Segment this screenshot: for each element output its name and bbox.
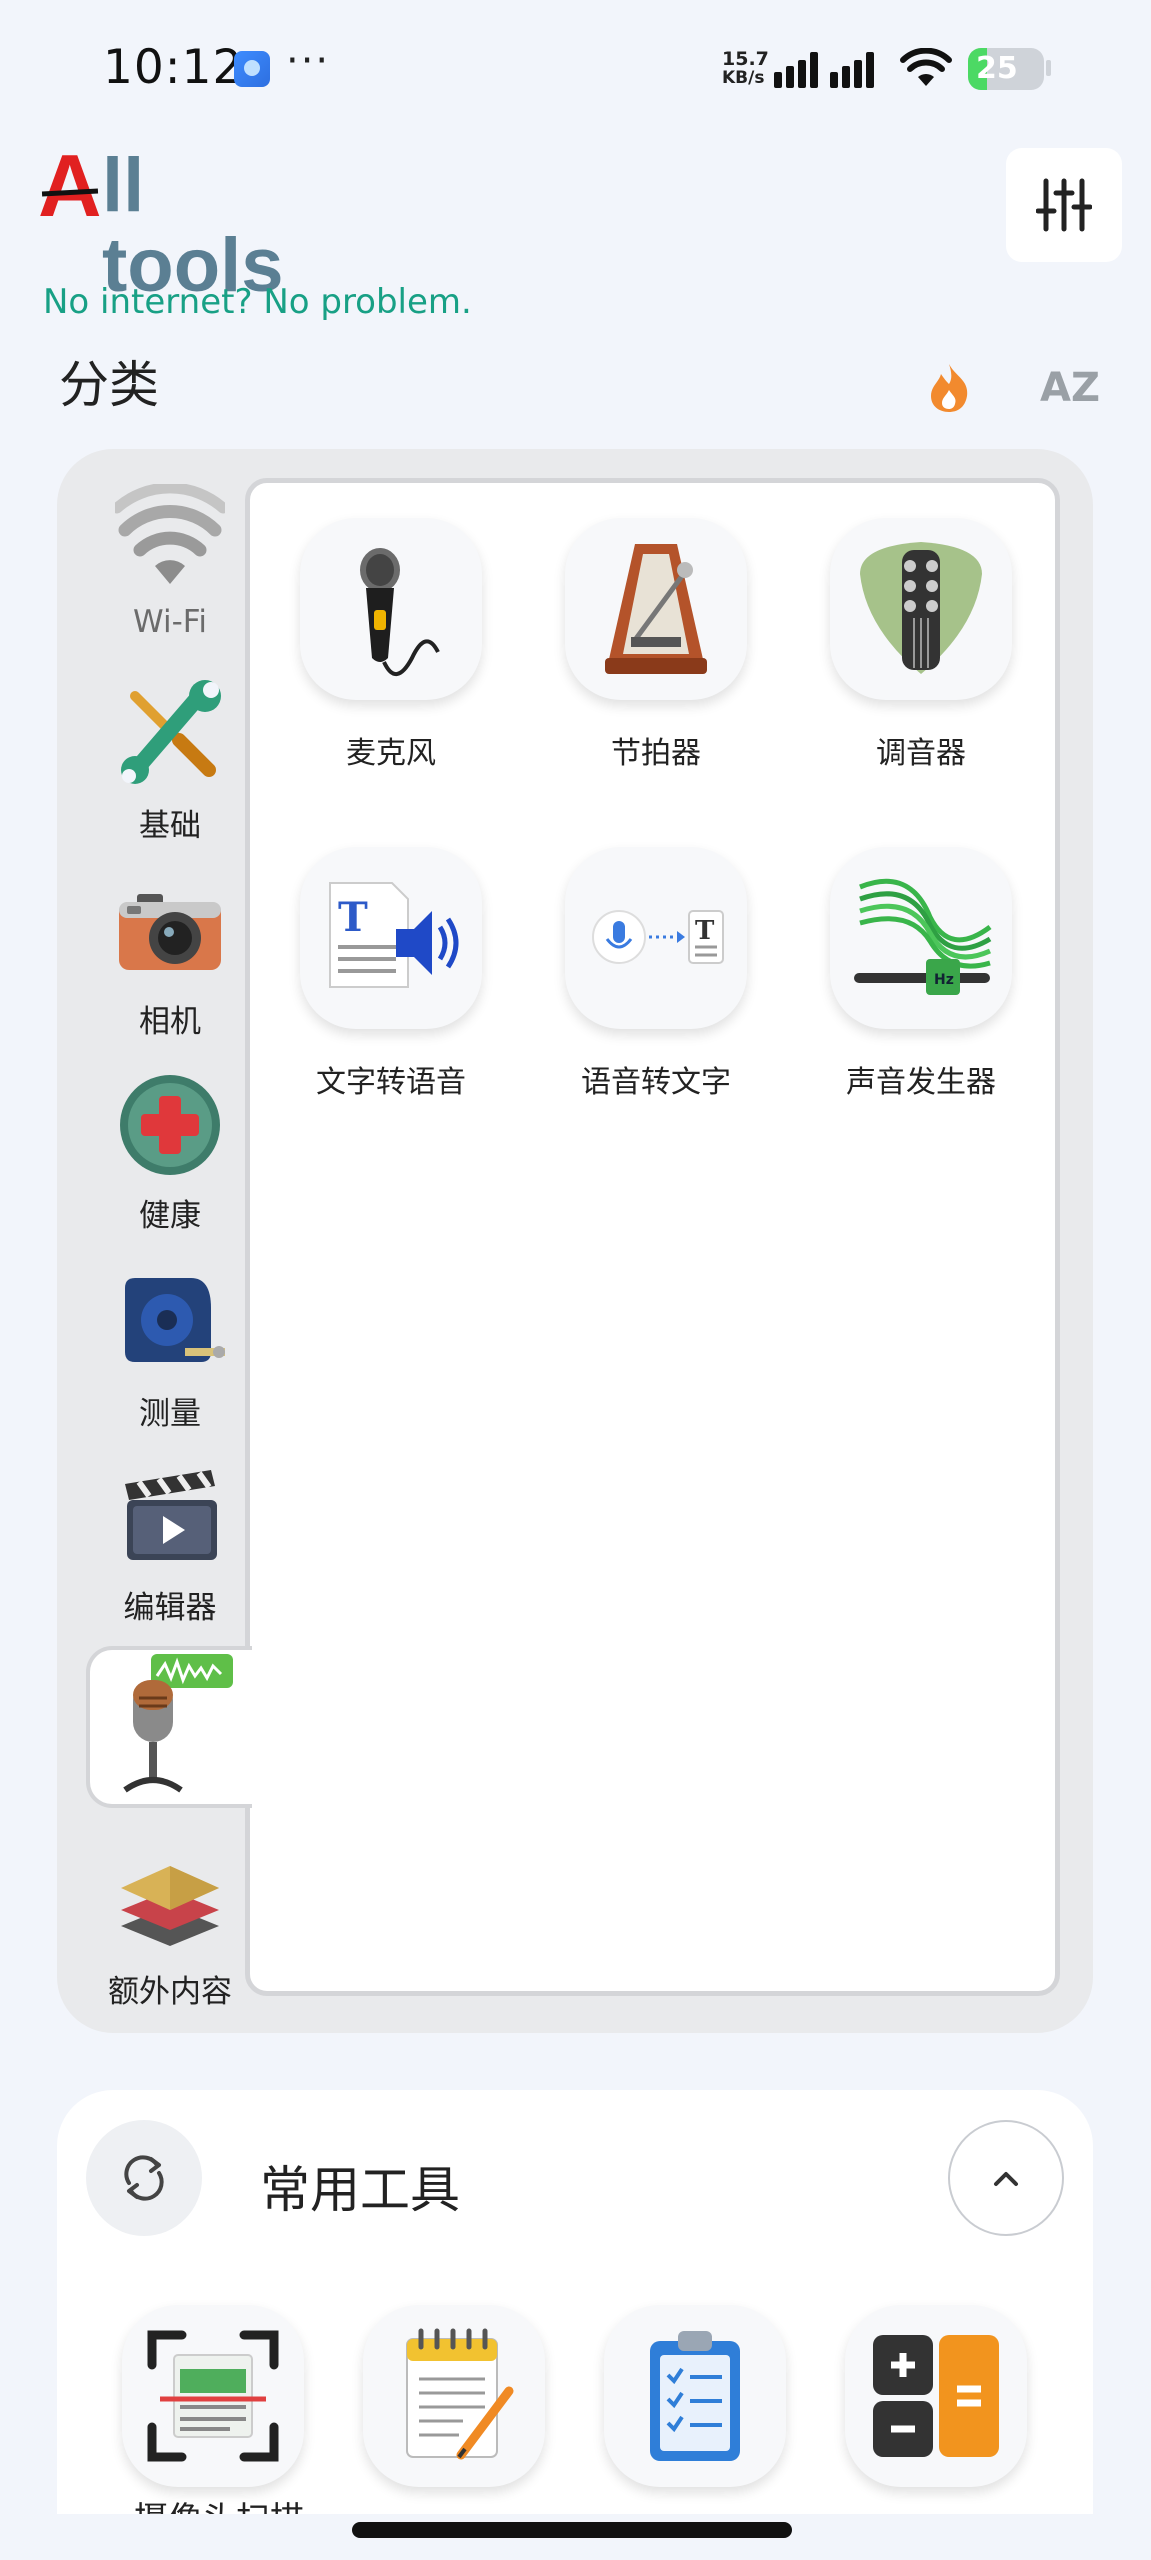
collapse-button[interactable]	[948, 2120, 1064, 2236]
category-label: 相机	[139, 1004, 201, 1040]
category-label: 健康	[139, 1198, 201, 1234]
wrench-screwdriver-icon	[121, 680, 221, 784]
battery-level: 25	[976, 51, 1018, 86]
document-scanner-icon	[147, 2330, 279, 2462]
tool-label: 麦克风	[346, 736, 436, 771]
notepad-icon	[406, 2328, 514, 2460]
category-label: 基础	[139, 808, 201, 844]
tool-metronome[interactable]: 节拍器	[541, 518, 771, 772]
tool-microphone[interactable]: 麦克风	[276, 518, 506, 772]
checklist-icon	[650, 2331, 740, 2461]
logo-letter-a: A	[38, 136, 102, 235]
common-tool-scanner[interactable]	[122, 2305, 304, 2487]
network-speed-value: 15.7	[722, 48, 769, 70]
tool-label: 调音器	[876, 736, 966, 771]
studio-microphone-icon	[123, 1654, 233, 1793]
tool-label: 声音发生器	[846, 1065, 996, 1100]
tool-speech-to-text[interactable]: T 语音转文字	[541, 847, 771, 1101]
categories-title: 分类	[59, 356, 159, 414]
refresh-icon	[124, 2155, 164, 2201]
tool-tuner[interactable]: 调音器	[806, 518, 1036, 772]
wifi-status-icon	[900, 48, 952, 86]
category-camera[interactable]: 相机	[100, 876, 240, 1041]
notification-app-icon	[234, 51, 270, 87]
cellular-signal-icon	[774, 52, 874, 88]
sliders-icon	[1036, 178, 1092, 232]
svg-text:T: T	[338, 894, 368, 941]
common-tool-label: 摄像头扫描	[134, 2492, 304, 2514]
common-tools-title: 常用工具	[260, 2161, 460, 2219]
tool-text-to-speech[interactable]: T 文字转语音	[276, 847, 506, 1101]
category-editor[interactable]: 编辑器	[100, 1462, 240, 1627]
home-indicator[interactable]	[352, 2522, 792, 2538]
battery-icon: 25	[968, 48, 1044, 90]
filter-settings-button[interactable]	[1006, 148, 1122, 262]
calculator-icon	[873, 2335, 999, 2457]
battery-tip	[1046, 60, 1051, 76]
network-speed-unit: KB/s	[722, 68, 765, 88]
network-speed: 15.7 KB/s	[722, 50, 769, 88]
category-label: 测量	[139, 1396, 201, 1432]
category-wifi[interactable]: Wi-Fi	[100, 482, 240, 640]
sort-alphabetical-button[interactable]: AZ	[1040, 365, 1100, 411]
category-basic[interactable]: 基础	[100, 680, 240, 845]
category-label: 额外内容	[108, 1974, 232, 2010]
tagline: No internet? No problem.	[43, 282, 472, 322]
microphone-icon	[300, 518, 482, 700]
status-bar: 10:12 ··· 15.7 KB/s 25	[0, 0, 1151, 140]
guitar-tuner-icon	[830, 518, 1012, 700]
metronome-icon	[565, 518, 747, 700]
category-label: 编辑器	[123, 1590, 217, 1626]
status-time: 10:12	[103, 40, 244, 95]
refresh-button[interactable]	[86, 2120, 202, 2236]
category-measure[interactable]: 测量	[100, 1268, 240, 1433]
svg-text:Hz: Hz	[934, 972, 954, 988]
category-extras[interactable]: 额外内容	[100, 1846, 240, 2011]
common-tool-checklist[interactable]	[604, 2305, 786, 2487]
wifi-icon	[111, 482, 229, 584]
tool-label: 文字转语音	[316, 1065, 466, 1100]
tool-sound-generator[interactable]: Hz 声音发生器	[806, 847, 1036, 1101]
clapperboard-icon	[125, 1470, 217, 1560]
text-to-speech-icon: T	[300, 847, 482, 1029]
layers-icon	[121, 1866, 219, 1946]
chevron-up-icon	[994, 2172, 1018, 2186]
more-notifications-icon: ···	[286, 38, 331, 84]
category-label: Wi-Fi	[133, 604, 207, 640]
svg-text:T: T	[695, 916, 715, 946]
category-audio[interactable]	[100, 1650, 240, 1804]
health-cross-icon	[120, 1075, 220, 1175]
tool-label: 节拍器	[611, 736, 701, 771]
tool-label: 语音转文字	[581, 1065, 731, 1100]
camera-icon	[119, 894, 221, 970]
speech-to-text-icon: T	[565, 847, 747, 1029]
common-tool-calculator[interactable]	[845, 2305, 1027, 2487]
category-health[interactable]: 健康	[100, 1070, 240, 1235]
common-tool-notepad[interactable]	[363, 2305, 545, 2487]
sound-generator-icon: Hz	[830, 847, 1012, 1029]
sort-popular-button[interactable]	[925, 362, 973, 414]
tape-measure-icon	[125, 1278, 225, 1362]
